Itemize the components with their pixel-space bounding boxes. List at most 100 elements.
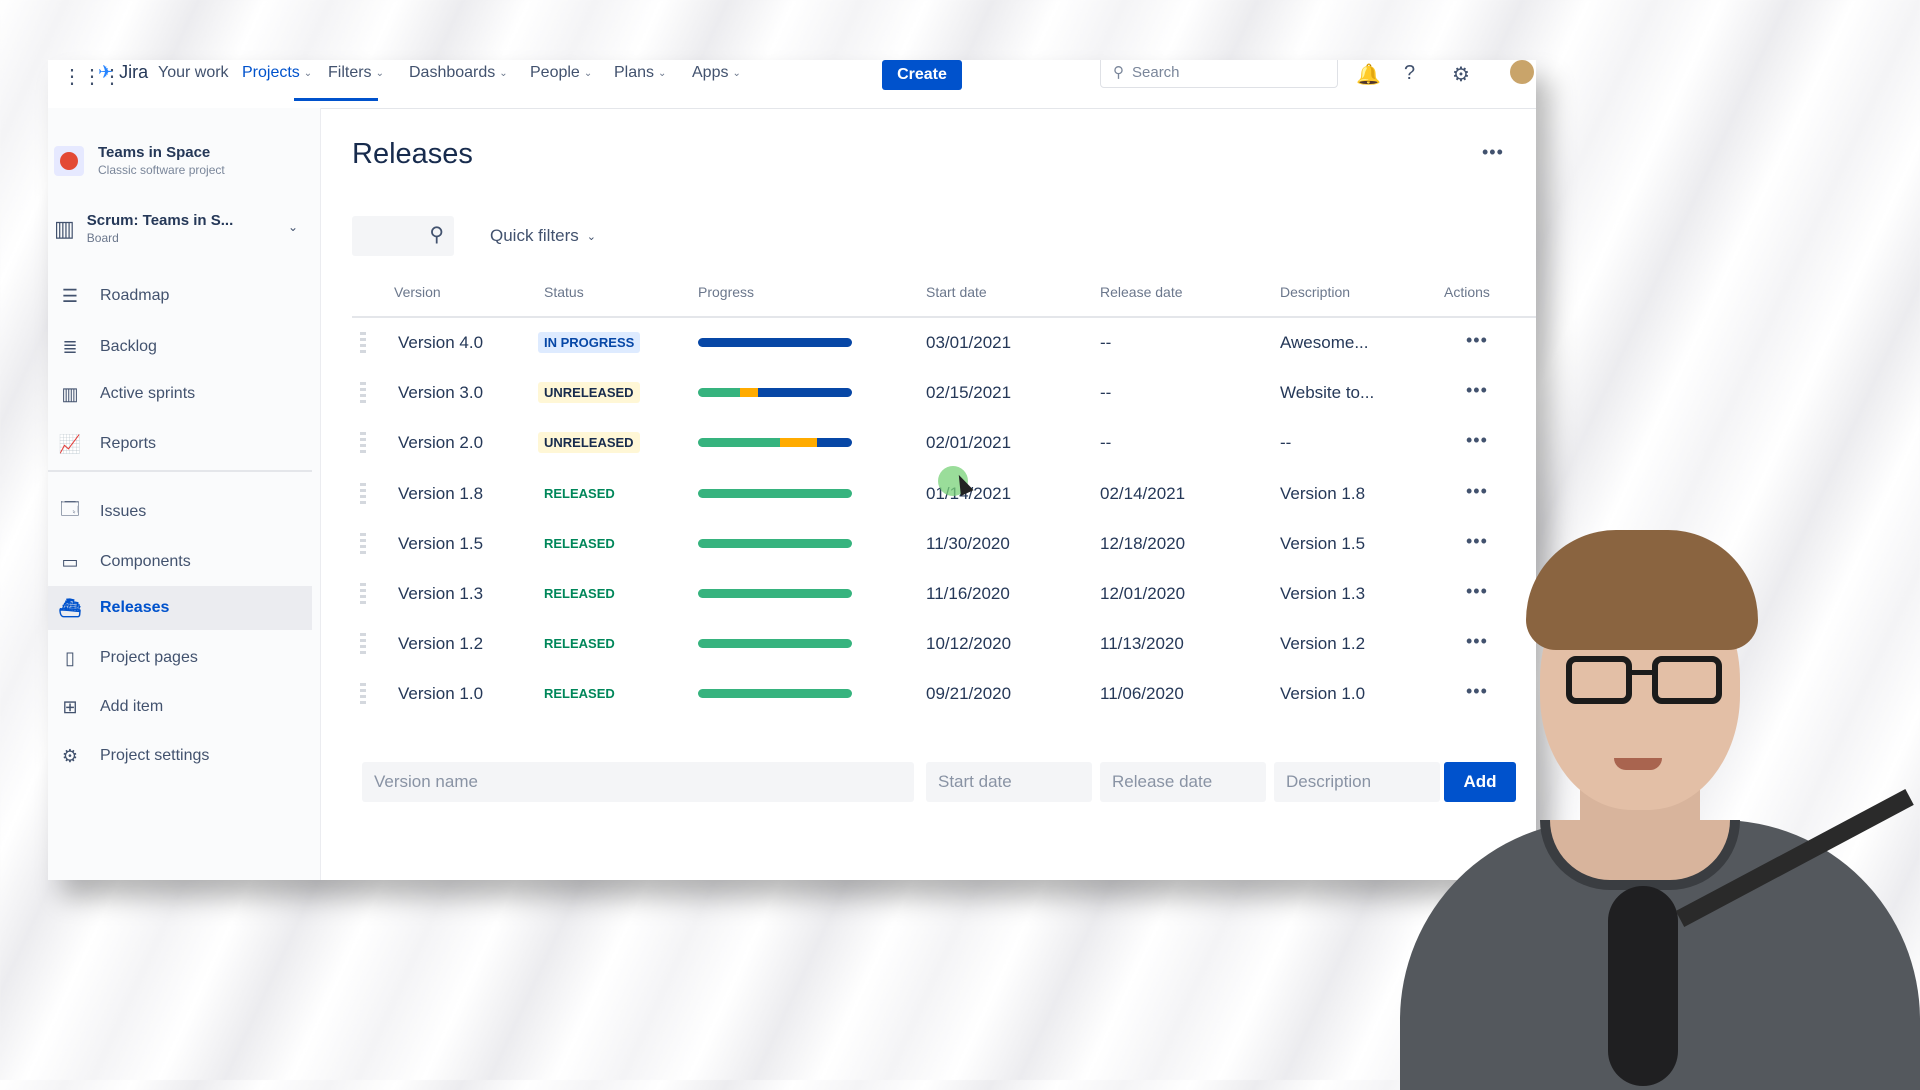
table-row[interactable]: Version 1.2 RELEASED 10/12/2020 11/13/2020 V… [352, 619, 1536, 669]
drag-handle-icon[interactable] [360, 432, 366, 454]
sidebar-item-roadmap[interactable]: ☰ Roadmap [48, 274, 312, 318]
nav-plans[interactable]: Plans ⌄ [614, 64, 666, 82]
progress-bar[interactable] [698, 438, 852, 447]
row-actions-icon[interactable]: ••• [1466, 430, 1488, 451]
table-row[interactable]: Version 1.3 RELEASED 11/16/2020 12/01/2020 V… [352, 569, 1536, 619]
progress-segment-done [698, 689, 852, 698]
table-row[interactable]: Version 1.5 RELEASED 11/30/2020 12/18/2020 V… [352, 519, 1536, 569]
chevron-down-icon: ⌄ [583, 67, 593, 79]
sidebar-item-active-sprints[interactable]: ▥ Active sprints [48, 372, 312, 416]
version-name-link[interactable]: Version 1.3 [398, 584, 483, 604]
nav-dashboards[interactable]: Dashboards ⌄ [409, 64, 508, 82]
drag-handle-icon[interactable] [360, 382, 366, 404]
user-avatar[interactable] [1510, 60, 1534, 84]
start-date-input[interactable]: Start date [926, 762, 1092, 802]
create-button[interactable]: Create [882, 60, 962, 90]
sidebar-item-label: Reports [100, 435, 157, 452]
status-badge: IN PROGRESS [538, 332, 641, 353]
drag-handle-icon[interactable] [360, 683, 366, 705]
progress-segment-todo [816, 438, 852, 447]
progress-segment-todo [758, 388, 852, 397]
nav-apps[interactable]: Apps ⌄ [692, 64, 741, 82]
drag-handle-icon[interactable] [360, 332, 366, 354]
sidebar-item-components[interactable]: ▭ Components [48, 540, 312, 584]
progress-bar[interactable] [698, 489, 852, 498]
drag-handle-icon[interactable] [360, 533, 366, 555]
page-title: Releases [352, 138, 473, 170]
sidebar-item-backlog[interactable]: ≣ Backlog [48, 325, 312, 369]
table-row[interactable]: Version 2.0 UNRELEASED 02/01/2021 -- -- ••• [352, 418, 1536, 468]
presenter-hair [1526, 530, 1758, 650]
presenter-webcam [1390, 530, 1920, 1090]
progress-bar[interactable] [698, 388, 852, 397]
ship-icon: ⛴ [58, 597, 82, 618]
progress-bar[interactable] [698, 539, 852, 548]
status-badge: RELEASED [538, 633, 621, 654]
version-name-link[interactable]: Version 1.8 [398, 484, 483, 504]
drag-handle-icon[interactable] [360, 583, 366, 605]
start-date-cell: 09/21/2020 [926, 684, 1012, 703]
nav-people[interactable]: People ⌄ [530, 64, 592, 82]
start-date-cell: 11/16/2020 [926, 584, 1010, 603]
sidebar-item-issues[interactable]: 🗔 Issues [48, 490, 312, 534]
row-actions-icon[interactable]: ••• [1466, 481, 1488, 502]
sidebar-item-project-settings[interactable]: ⚙ Project settings [48, 734, 312, 778]
release-date-input[interactable]: Release date [1100, 762, 1266, 802]
drag-handle-icon[interactable] [360, 483, 366, 505]
release-search-input[interactable]: ⚲ [352, 216, 454, 256]
top-navigation: ⋮⋮⋮ ✈ Jira Your work Projects ⌄ Filters ⌄ … [48, 60, 1536, 109]
release-date-cell: -- [1100, 333, 1112, 352]
version-name-link[interactable]: Version 4.0 [398, 333, 483, 353]
column-header-release-date: Release date [1100, 284, 1183, 300]
version-name-link[interactable]: Version 2.0 [398, 433, 483, 453]
start-date-cell: 02/15/2021 [926, 383, 1012, 402]
table-row[interactable]: Version 4.0 IN PROGRESS 03/01/2021 -- Awesom… [352, 318, 1536, 368]
more-actions-icon[interactable]: ••• [1482, 142, 1504, 163]
project-sidebar: Teams in Space Classic software project … [48, 108, 321, 880]
sidebar-item-reports[interactable]: 📈 Reports [48, 422, 312, 466]
row-actions-icon[interactable]: ••• [1466, 330, 1488, 351]
progress-bar[interactable] [698, 589, 852, 598]
sidebar-item-label: Backlog [100, 338, 157, 355]
nav-label: Your work [158, 64, 229, 81]
version-name-link[interactable]: Version 1.0 [398, 684, 483, 704]
sidebar-item-label: Releases [100, 599, 170, 616]
table-row[interactable]: Version 1.0 RELEASED 09/21/2020 11/06/2020 V… [352, 669, 1536, 719]
settings-icon[interactable]: ⚙ [1452, 62, 1470, 87]
help-icon[interactable]: ? [1404, 62, 1415, 85]
nav-label: Filters [328, 64, 372, 81]
column-header-actions: Actions [1444, 284, 1490, 300]
version-name-link[interactable]: Version 3.0 [398, 383, 483, 403]
chart-icon: 📈 [58, 433, 82, 454]
nav-filters[interactable]: Filters ⌄ [328, 64, 384, 82]
notifications-icon[interactable]: 🔔 [1356, 62, 1381, 87]
sidebar-item-project-pages[interactable]: ▯ Project pages [48, 636, 312, 680]
progress-bar[interactable] [698, 689, 852, 698]
issues-icon: 🗔 [60, 499, 80, 519]
sidebar-item-add-item[interactable]: ⊞ Add item [48, 685, 312, 729]
version-name-link[interactable]: Version 1.2 [398, 634, 483, 654]
jira-logo[interactable]: ✈ Jira [98, 62, 148, 83]
progress-segment-done [698, 489, 852, 498]
row-actions-icon[interactable]: ••• [1466, 380, 1488, 401]
sidebar-item-releases[interactable]: ⛴ Releases [48, 586, 312, 630]
jira-window: ⋮⋮⋮ ✈ Jira Your work Projects ⌄ Filters ⌄ … [48, 60, 1536, 880]
board-selector[interactable]: ▥ Scrum: Teams in S... Board ⌄ [54, 212, 304, 245]
nav-your-work[interactable]: Your work [158, 64, 229, 82]
version-name-input[interactable]: Version name [362, 762, 914, 802]
project-header[interactable]: Teams in Space Classic software project [54, 144, 225, 177]
drag-handle-icon[interactable] [360, 633, 366, 655]
progress-bar[interactable] [698, 338, 852, 347]
project-name: Teams in Space [98, 144, 211, 161]
progress-segment-done [698, 388, 740, 397]
glasses-icon [1652, 656, 1722, 704]
progress-segment-todo [698, 338, 852, 347]
search-input[interactable]: ⚲ Search [1100, 60, 1338, 88]
quick-filters-dropdown[interactable]: Quick filters ⌄ [490, 226, 596, 246]
status-badge: RELEASED [538, 483, 621, 504]
progress-bar[interactable] [698, 639, 852, 648]
version-name-link[interactable]: Version 1.5 [398, 534, 483, 554]
nav-projects[interactable]: Projects ⌄ [242, 64, 312, 82]
sidebar-item-label: Active sprints [100, 385, 196, 402]
table-row[interactable]: Version 3.0 UNRELEASED 02/15/2021 -- Website… [352, 368, 1536, 418]
